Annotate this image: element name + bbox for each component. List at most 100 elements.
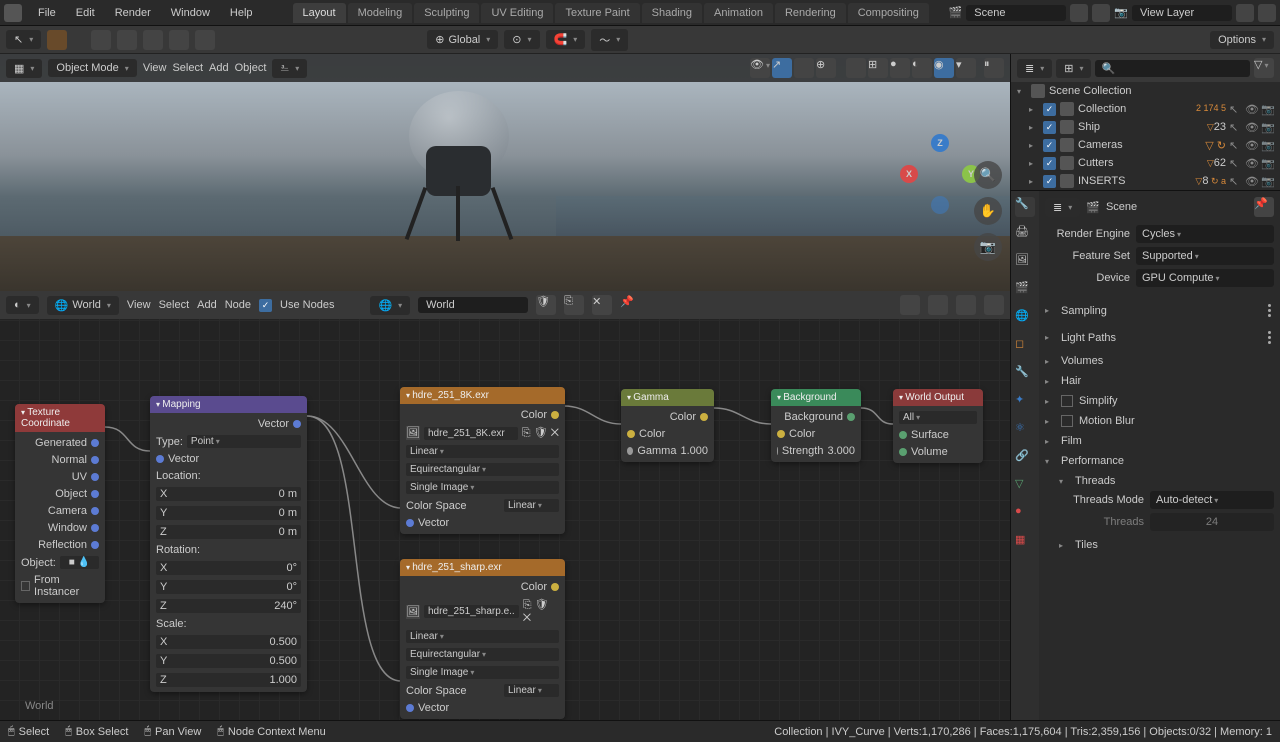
pan-tool-icon[interactable]: ✋ xyxy=(974,197,1002,225)
delete-scene-icon[interactable] xyxy=(1092,4,1110,22)
world-copy-icon[interactable]: ⎘ xyxy=(564,295,584,315)
orientation-dropdown[interactable]: ⊕ Global xyxy=(427,30,498,49)
new-scene-icon[interactable] xyxy=(1070,4,1088,22)
tab-shading[interactable]: Shading xyxy=(642,3,702,23)
eye-icon[interactable]: 👁 xyxy=(1245,103,1258,116)
outliner-inserts[interactable]: ▸✓ INSERTS ▽8 ↻ a↖👁📷 xyxy=(1011,172,1280,190)
options-icon[interactable] xyxy=(1265,328,1274,347)
scene-selector[interactable]: Scene xyxy=(966,5,1066,21)
tab-layout[interactable]: Layout xyxy=(293,3,346,23)
render-engine-dropdown[interactable]: Cycles xyxy=(1136,225,1274,243)
cursor-icon[interactable]: ↖ xyxy=(1229,175,1242,188)
cursor-icon[interactable]: ↖ xyxy=(1229,139,1242,152)
node-environment-texture-1[interactable]: hdre_251_8K.exr Color 🖼hdre_251_8K.exr⎘ … xyxy=(400,387,565,534)
tab-sculpting[interactable]: Sculpting xyxy=(414,3,479,23)
new-viewlayer-icon[interactable] xyxy=(1236,4,1254,22)
input-gamma[interactable]: Gamma1.000 xyxy=(627,444,708,458)
world-pin-icon[interactable]: 📌 xyxy=(620,295,640,315)
pin-icon[interactable]: 📌 xyxy=(1254,197,1274,217)
loc-z[interactable]: Z0 m xyxy=(156,524,301,540)
outliner-cameras[interactable]: ▸✓ Cameras ▽ ↻↖👁📷 xyxy=(1011,136,1280,154)
node-menu-node[interactable]: Node xyxy=(225,299,251,311)
navigation-gizmo[interactable]: Z Y X xyxy=(900,134,980,214)
tab-render-icon[interactable]: 🔧 xyxy=(1015,197,1035,217)
3d-viewport[interactable]: ▦ Object Mode View Select Add Object ⎁ 👁… xyxy=(0,54,1010,291)
outliner-scene-collection[interactable]: ▾ Scene Collection xyxy=(1011,82,1280,100)
rot-y[interactable]: Y0° xyxy=(156,579,301,595)
output-vector[interactable]: Vector xyxy=(156,417,301,431)
output-window[interactable]: Window xyxy=(21,521,99,535)
output-camera[interactable]: Camera xyxy=(21,504,99,518)
section-light-paths[interactable]: Light Paths xyxy=(1045,324,1274,351)
menu-window[interactable]: Window xyxy=(161,7,220,19)
tab-material-icon[interactable]: ● xyxy=(1015,505,1035,525)
node-gamma[interactable]: Gamma Color Color Gamma1.000 xyxy=(621,389,714,462)
tab-modifier-icon[interactable]: 🔧 xyxy=(1015,365,1035,385)
projection-dropdown[interactable]: Equirectangular xyxy=(406,647,559,662)
shading-lookdev[interactable]: ◐ xyxy=(912,58,932,78)
menu-render[interactable]: Render xyxy=(105,7,161,19)
viewport-menu-object[interactable]: Object xyxy=(235,62,267,74)
section-film[interactable]: Film xyxy=(1045,431,1274,451)
tab-compositing[interactable]: Compositing xyxy=(848,3,929,23)
eye-icon[interactable]: 👁 xyxy=(1245,175,1258,188)
type-dropdown[interactable]: Type:Point xyxy=(156,434,301,449)
scale-z[interactable]: Z1.000 xyxy=(156,672,301,688)
rot-x[interactable]: X0° xyxy=(156,560,301,576)
tab-uv-editing[interactable]: UV Editing xyxy=(481,3,553,23)
colorspace-dropdown[interactable]: Color SpaceLinear xyxy=(406,683,559,698)
tab-output-icon[interactable]: 🖨 xyxy=(1015,225,1035,245)
output-normal[interactable]: Normal xyxy=(21,453,99,467)
input-vector[interactable]: Vector xyxy=(406,516,559,530)
menu-edit[interactable]: Edit xyxy=(66,7,105,19)
outliner-collection[interactable]: ▸✓ Collection 2 174 5↖👁📷 xyxy=(1011,100,1280,118)
input-strength[interactable]: Strength3.000 xyxy=(777,444,855,458)
options-icon[interactable] xyxy=(1265,301,1274,320)
shading-dropdown[interactable]: ▾ xyxy=(956,58,976,78)
menu-help[interactable]: Help xyxy=(220,7,263,19)
subsection-threads[interactable]: Threads xyxy=(1059,471,1274,491)
tab-data-icon[interactable]: ▽ xyxy=(1015,477,1035,497)
use-nodes-checkbox[interactable]: ✓ xyxy=(259,299,272,312)
eye-icon[interactable]: 👁 xyxy=(1245,157,1258,170)
viewport-options-dropdown[interactable]: Options xyxy=(1210,31,1274,49)
node-environment-texture-2[interactable]: hdre_251_sharp.exr Color 🖼hdre_251_sharp… xyxy=(400,559,565,719)
object-field[interactable]: Object:■ 💧 xyxy=(21,555,99,570)
viewlayer-selector[interactable]: View Layer xyxy=(1132,5,1232,21)
tab-modeling[interactable]: Modeling xyxy=(348,3,413,23)
tab-physics-icon[interactable]: ⚛ xyxy=(1015,421,1035,441)
scale-y[interactable]: Y0.500 xyxy=(156,653,301,669)
outliner-display-dropdown[interactable]: ⊞ xyxy=(1056,59,1091,78)
pivot-dropdown[interactable]: ⊙ xyxy=(504,30,539,49)
world-shield-icon[interactable]: 🛡 xyxy=(536,295,556,315)
tab-rendering[interactable]: Rendering xyxy=(775,3,846,23)
visibility-checkbox[interactable]: ✓ xyxy=(1043,121,1056,134)
shader-type-dropdown[interactable]: 🌐 World xyxy=(47,296,119,315)
shading-rendered[interactable]: ◉ xyxy=(934,58,954,78)
node-canvas[interactable]: Texture Coordinate Generated Normal UV O… xyxy=(0,319,1010,720)
input-color[interactable]: Color xyxy=(777,427,855,441)
gizmo-dropdown[interactable] xyxy=(794,58,814,78)
cursor-icon[interactable]: ↖ xyxy=(1229,157,1242,170)
input-vector[interactable]: Vector xyxy=(406,701,559,715)
tab-animation[interactable]: Animation xyxy=(704,3,773,23)
output-color[interactable]: Color xyxy=(406,580,559,594)
section-simplify[interactable]: Simplify xyxy=(1045,391,1274,411)
outliner-filter-dropdown[interactable]: ▽ xyxy=(1254,58,1274,78)
output-object[interactable]: Object xyxy=(21,487,99,501)
outliner-search[interactable]: 🔍 xyxy=(1095,60,1250,77)
projection-dropdown[interactable]: Equirectangular xyxy=(406,462,559,477)
target-dropdown[interactable]: All xyxy=(899,410,977,425)
eye-icon[interactable]: 👁 xyxy=(1245,121,1258,134)
feature-set-dropdown[interactable]: Supported xyxy=(1136,247,1274,265)
cursor-icon[interactable]: ↖ xyxy=(1229,103,1242,116)
node-editor-type-dropdown[interactable]: ◐ xyxy=(6,296,39,314)
pause-render-icon[interactable]: ⏸ xyxy=(984,58,1004,78)
device-dropdown[interactable]: GPU Compute xyxy=(1136,269,1274,287)
tab-constraints-icon[interactable]: 🔗 xyxy=(1015,449,1035,469)
colorspace-dropdown[interactable]: Color SpaceLinear xyxy=(406,498,559,513)
scale-x[interactable]: X0.500 xyxy=(156,634,301,650)
gizmo-z-axis[interactable]: Z xyxy=(931,134,949,152)
node-mapping[interactable]: Mapping Vector Type:Point Vector Locatio… xyxy=(150,396,307,692)
node-menu-select[interactable]: Select xyxy=(159,299,190,311)
